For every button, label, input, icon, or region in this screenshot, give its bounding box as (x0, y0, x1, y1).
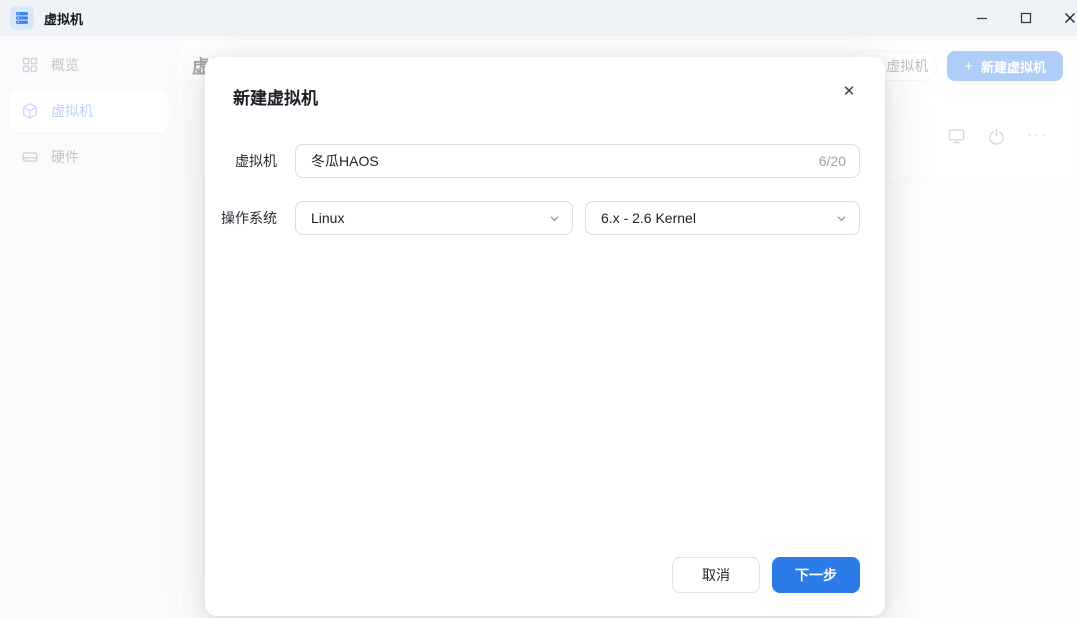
dialog-footer: 取消 下一步 (672, 557, 860, 593)
minimize-button[interactable] (960, 0, 1004, 36)
os-type-select[interactable]: Linux (295, 201, 573, 235)
os-row: 操作系统 Linux 6.x - 2.6 Kernel (221, 201, 860, 235)
os-kernel-select[interactable]: 6.x - 2.6 Kernel (585, 201, 860, 235)
char-counter: 6/20 (819, 153, 846, 169)
maximize-button[interactable] (1004, 0, 1048, 36)
close-icon (1063, 11, 1077, 25)
vm-name-row: 虚拟机 6/20 (221, 144, 860, 178)
os-type-value: Linux (311, 210, 344, 226)
os-label: 操作系统 (221, 208, 277, 228)
cancel-button[interactable]: 取消 (672, 557, 760, 593)
window-title: 虚拟机 (44, 9, 83, 28)
dialog-close-icon[interactable]: ✕ (839, 81, 859, 101)
new-vm-dialog: 新建虚拟机 ✕ 虚拟机 6/20 操作系统 Linux 6.x (205, 57, 885, 616)
new-vm-form: 虚拟机 6/20 操作系统 Linux 6.x - 2.6 Kernel (221, 144, 860, 258)
minimize-icon (975, 11, 989, 25)
next-button[interactable]: 下一步 (772, 557, 860, 593)
maximize-icon (1019, 11, 1033, 25)
titlebar: 虚拟机 (0, 0, 1077, 36)
window-controls (960, 0, 1077, 36)
os-kernel-value: 6.x - 2.6 Kernel (601, 210, 696, 226)
app-logo (10, 6, 34, 30)
server-stack-icon (14, 10, 30, 26)
vm-name-input-wrap: 6/20 (295, 144, 860, 178)
close-window-button[interactable] (1048, 0, 1077, 36)
dialog-title: 新建虚拟机 (233, 84, 318, 109)
app-window: 虚拟机 概览 (0, 0, 1077, 618)
chevron-down-icon (836, 213, 847, 224)
chevron-down-icon (549, 213, 560, 224)
vm-name-input[interactable] (295, 144, 860, 178)
vm-name-label: 虚拟机 (221, 151, 277, 171)
